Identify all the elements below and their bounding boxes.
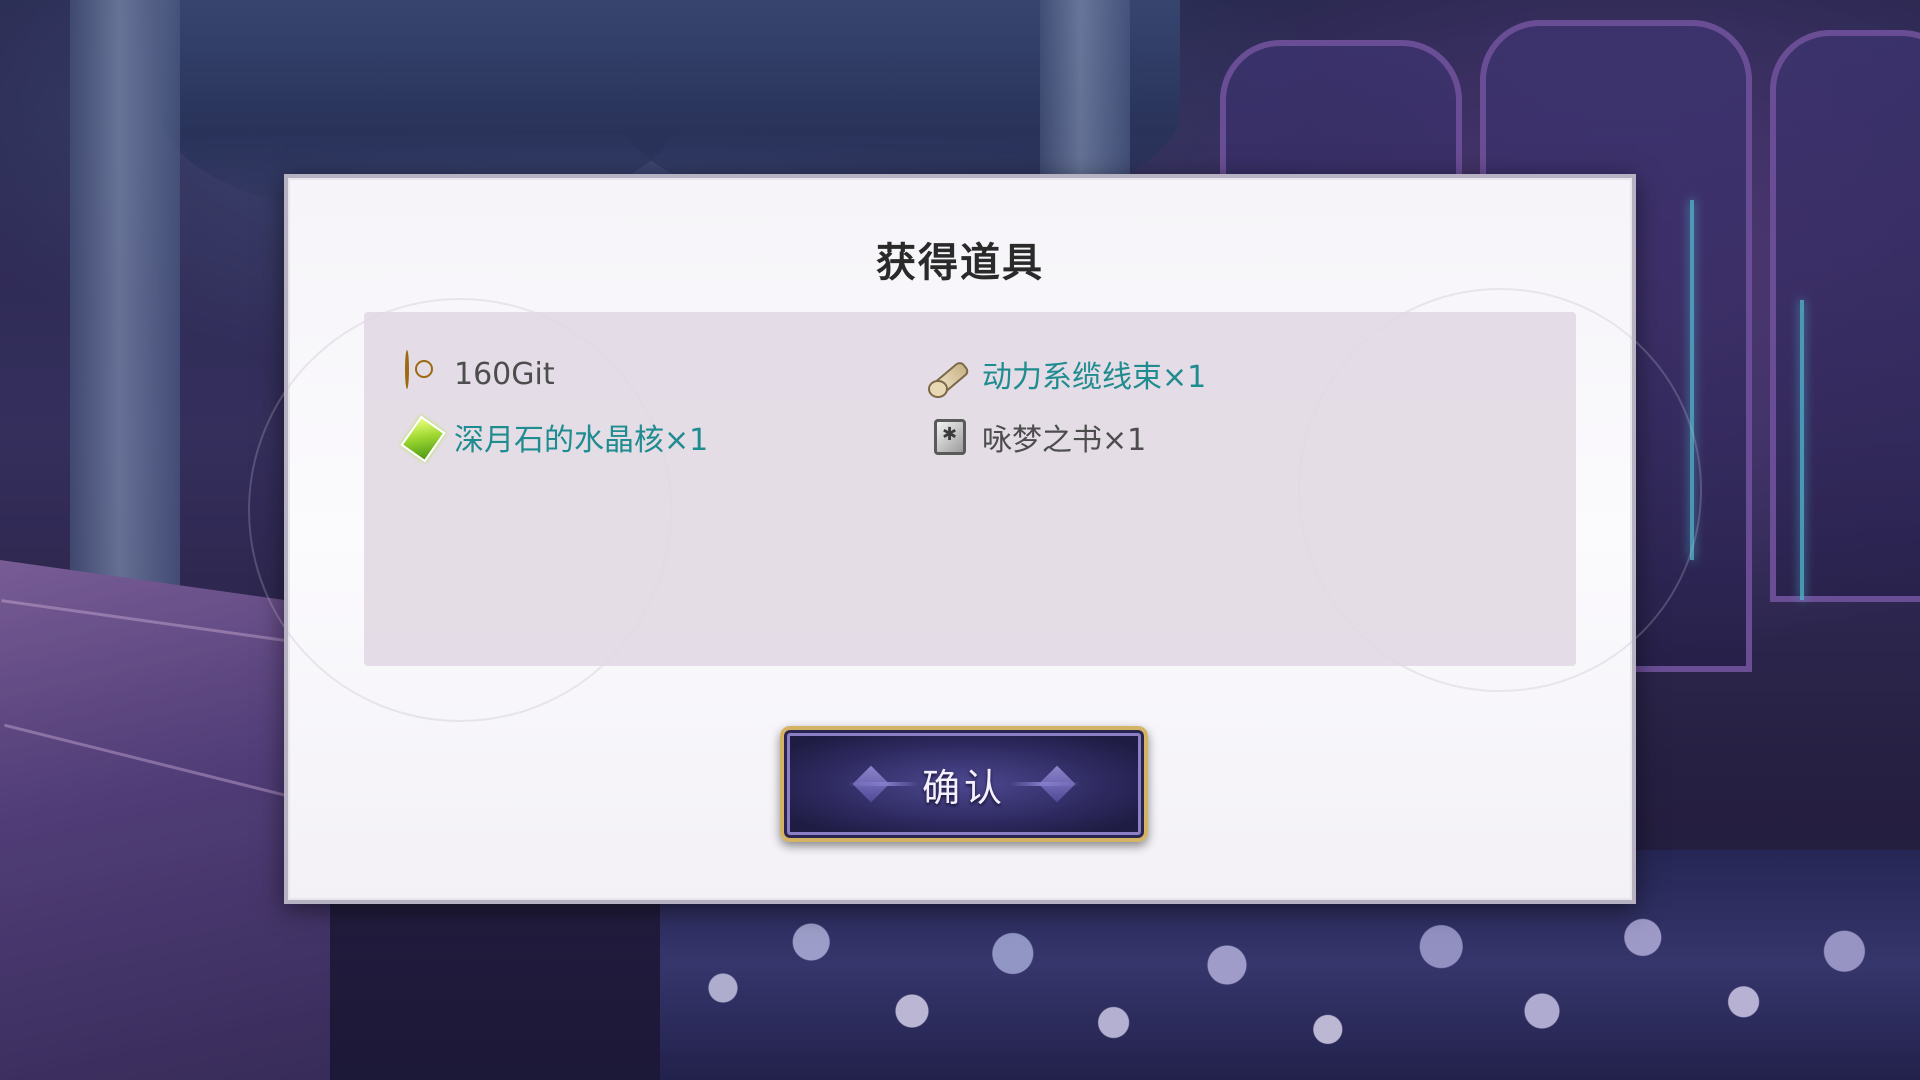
reward-item-crystal: 深月石的水晶核×1 (400, 413, 709, 463)
coin-icon (400, 350, 444, 396)
book-icon (928, 415, 972, 459)
items-panel: 160Git 动力系缆线束×1 深月石的水晶核×1 咏梦之书×1 (364, 312, 1576, 666)
button-gem-right-icon (1038, 765, 1076, 803)
button-gem-left-icon (852, 765, 890, 803)
item-reward-dialog: 获得道具 160Git 动力系缆线束×1 深月石的水晶核×1 咏梦之书×1 确认 (248, 174, 1702, 904)
reward-item-name: 动力系缆线束×1 (982, 360, 1207, 395)
reward-item-git: 160Git (400, 350, 555, 398)
confirm-button[interactable]: 确认 (780, 726, 1148, 842)
reward-item-book: 咏梦之书×1 (928, 413, 1146, 461)
reward-item-cable: 动力系缆线束×1 (928, 350, 1206, 398)
reward-item-name: 160Git (454, 356, 555, 392)
cable-icon (928, 352, 972, 398)
reward-item-name: 咏梦之书×1 (982, 423, 1147, 458)
confirm-button-label: 确认 (921, 765, 1006, 810)
reward-item-name: 深月石的水晶核×1 (454, 423, 709, 458)
dialog-title: 获得道具 (876, 240, 1044, 286)
crystal-icon (400, 415, 446, 463)
